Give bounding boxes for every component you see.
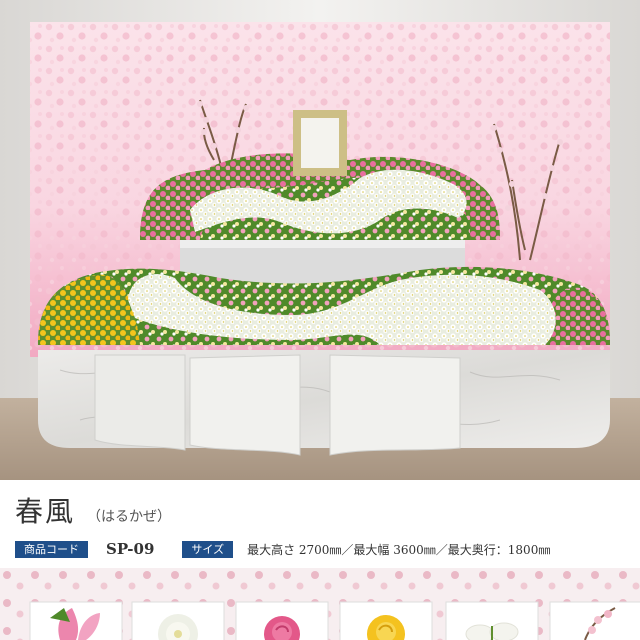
- product-name: 春風: [15, 495, 76, 528]
- yellow-rose-icon: [339, 601, 433, 640]
- product-code-label: 商品コード: [15, 540, 88, 558]
- rose-icon: [235, 601, 329, 640]
- cherry-blossom-icon: [549, 601, 640, 640]
- chrysanthemum-icon: [131, 601, 225, 640]
- altar-illustration: [0, 0, 640, 480]
- size-text: 最大高さ 2700㎜／最大幅 3600㎜／最大奥行：1800㎜: [247, 542, 551, 557]
- altar-photo: [0, 0, 640, 480]
- size-label: サイズ: [182, 540, 234, 558]
- spec-row: 商品コード SP-09 サイズ 最大高さ 2700㎜／最大幅 3600㎜／最大奥…: [15, 538, 550, 560]
- flower-thumbnail-strip: [0, 568, 640, 640]
- white-flower-icon: [445, 601, 539, 640]
- product-reading: （はるかぜ）: [87, 509, 172, 525]
- product-code: SP-09: [106, 540, 155, 558]
- lily-icon: [29, 601, 123, 640]
- product-title-row: 春風 （はるかぜ）: [15, 490, 171, 530]
